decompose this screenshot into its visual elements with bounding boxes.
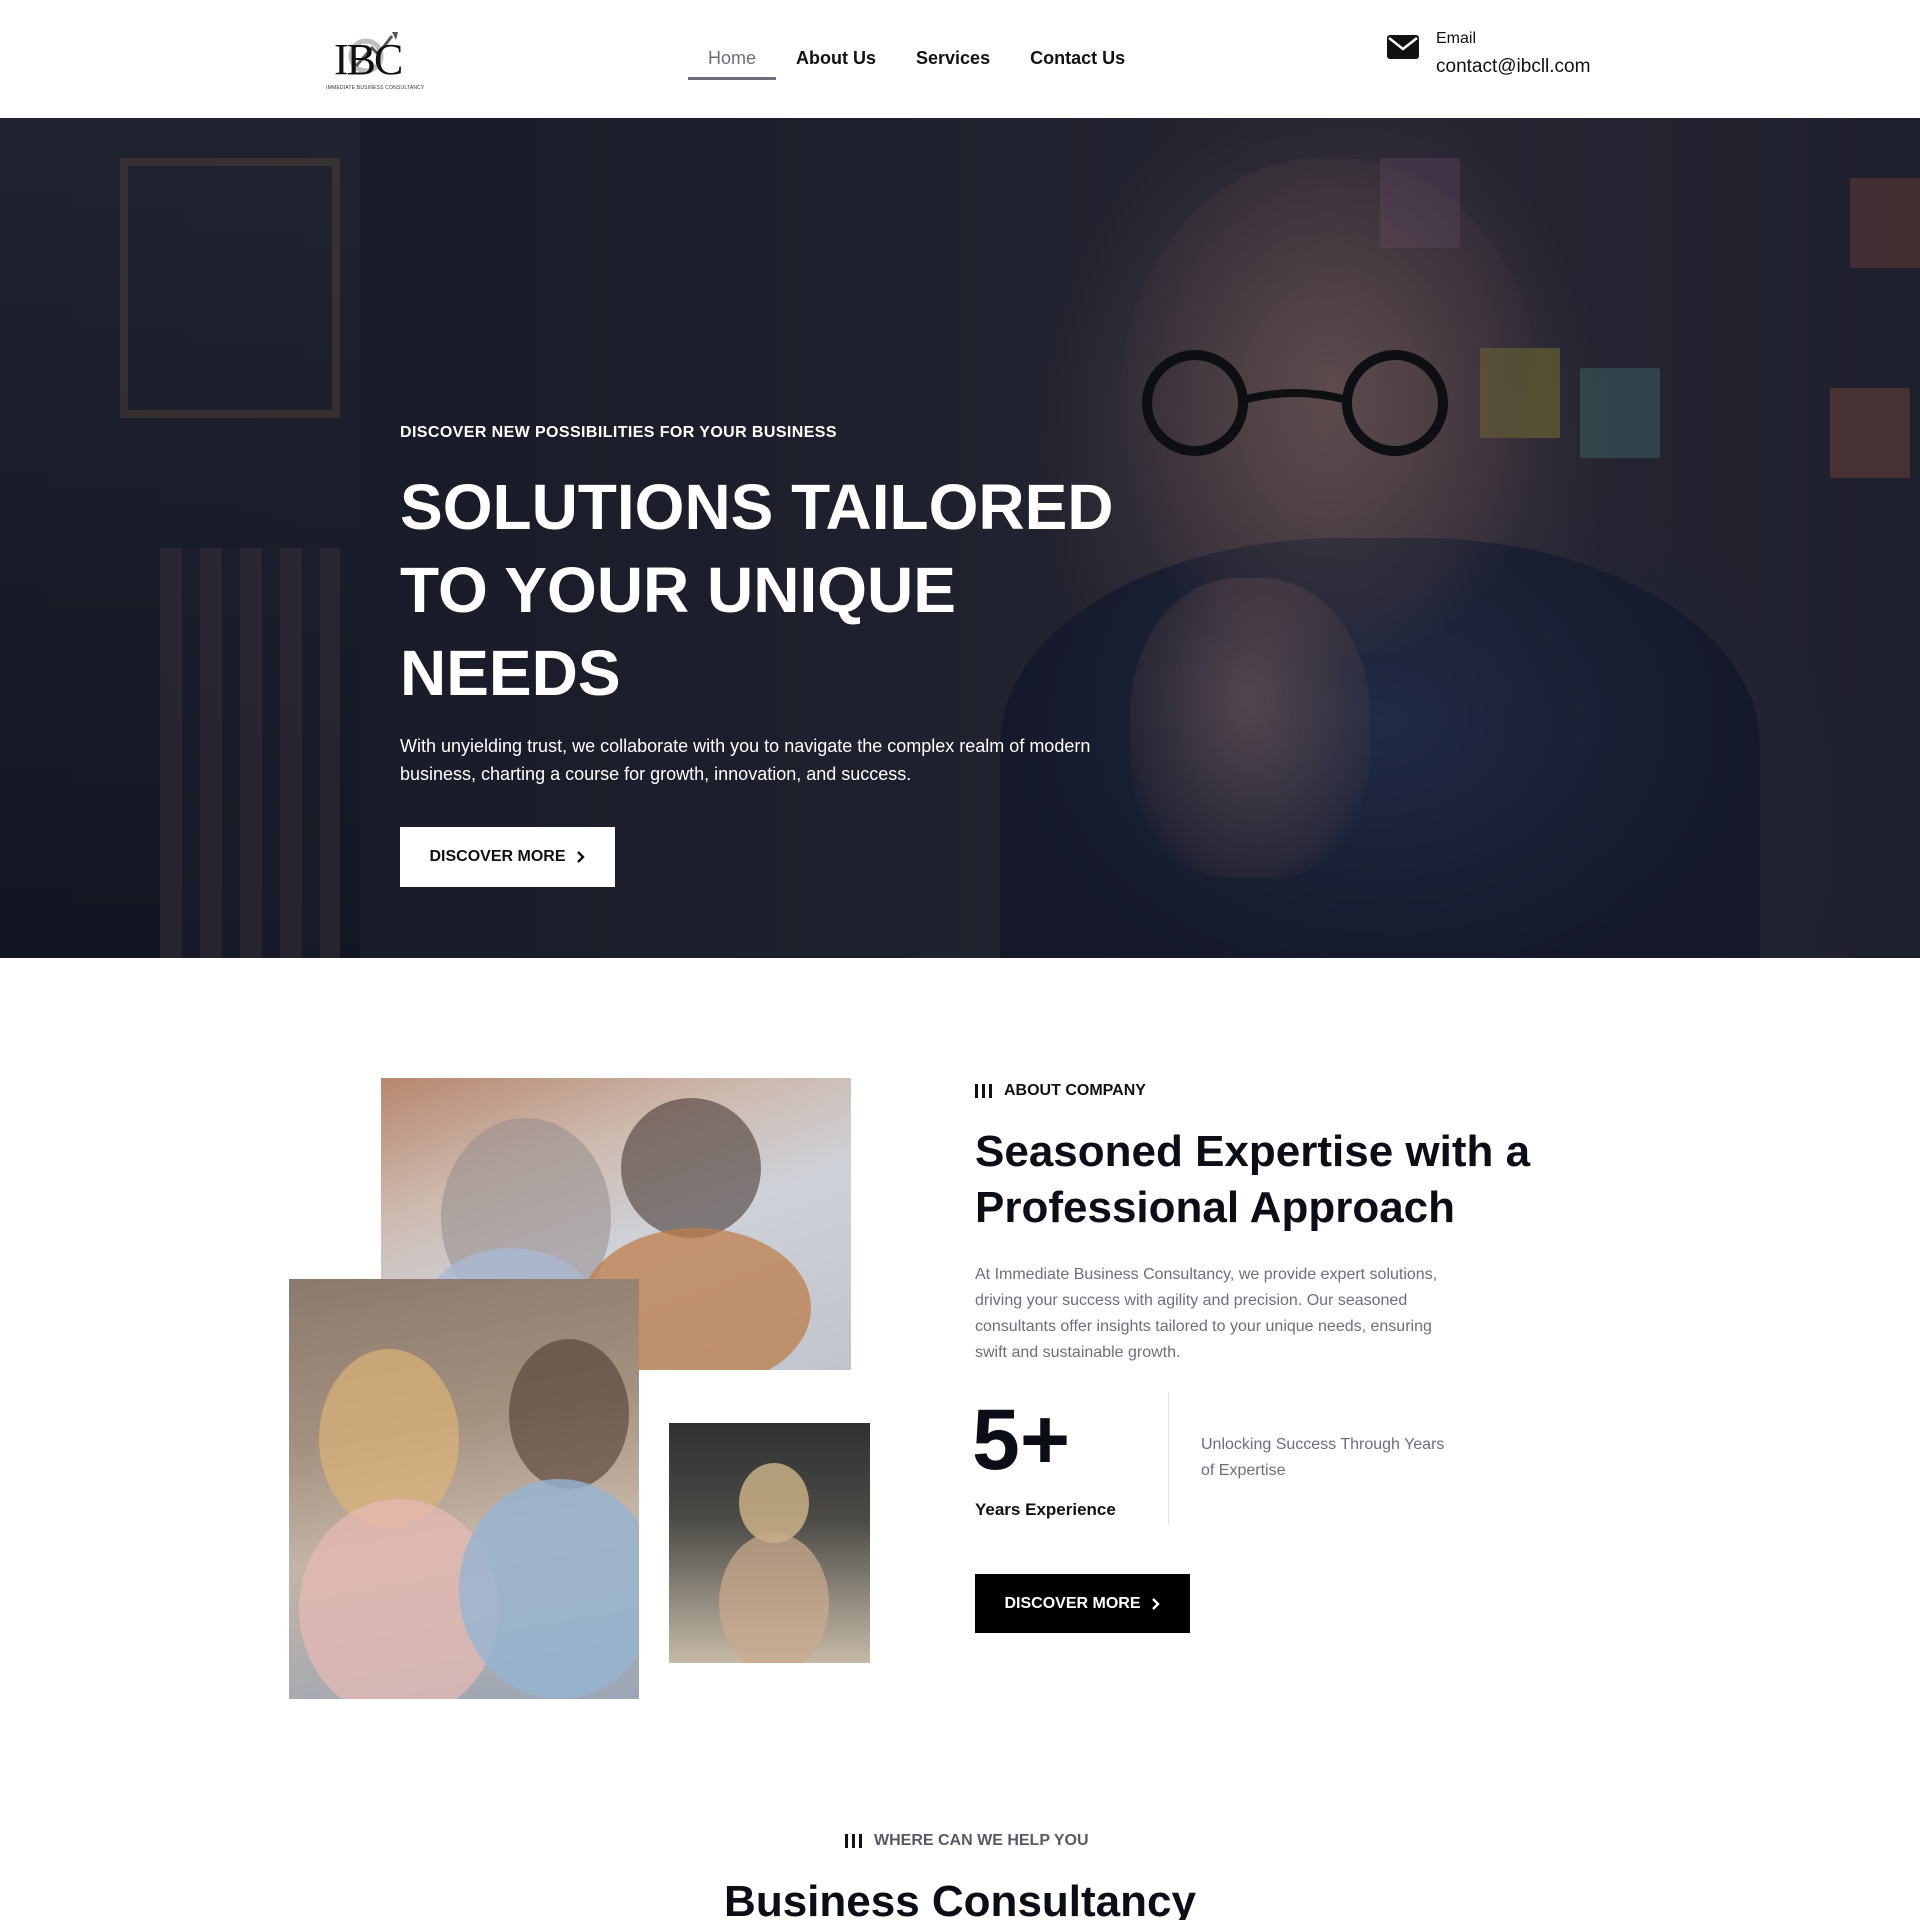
hero-subtitle: With unyielding trust, we collaborate wi…: [400, 736, 1091, 784]
logo-text: IBC: [334, 35, 403, 84]
site-header: IBC IMMEDIATE BUSINESS CONSULTANCY Home …: [0, 0, 1920, 118]
stat-years-label: Years Experience: [975, 1500, 1116, 1519]
services-eyebrow-label: WHERE CAN WE HELP YOU: [874, 1832, 1089, 1849]
logo-tagline: IMMEDIATE BUSINESS CONSULTANCY: [326, 85, 425, 91]
envelope-icon: [1387, 35, 1419, 59]
services-eyebrow: WHERE CAN WE HELP YOU: [845, 1832, 1089, 1850]
stat-divider: [1168, 1392, 1169, 1524]
photo-person: [621, 1098, 761, 1238]
bars-icon: [845, 1834, 862, 1848]
about-button-label: DISCOVER MORE: [1004, 1594, 1141, 1612]
about-image-tablet: [669, 1423, 870, 1663]
hero-eyebrow: DISCOVER NEW POSSIBILITIES FOR YOUR BUSI…: [400, 424, 837, 441]
photo-coat: [719, 1533, 829, 1663]
email-label: Email: [1436, 30, 1477, 47]
hero-section: DISCOVER NEW POSSIBILITIES FOR YOUR BUSI…: [0, 118, 1920, 958]
about-description: At Immediate Business Consultancy, we pr…: [975, 1266, 1438, 1361]
header-email: Email contact@ibcll.com: [1386, 28, 1626, 88]
about-image-meeting: [289, 1279, 639, 1699]
services-title: Business Consultancy: [724, 1877, 1196, 1920]
photo-person: [739, 1463, 809, 1543]
about-eyebrow: ABOUT COMPANY: [975, 1082, 1146, 1100]
main-nav: Home About Us Services Contact Us: [688, 46, 1145, 80]
nav-about-us[interactable]: About Us: [776, 46, 896, 80]
nav-contact-us[interactable]: Contact Us: [1010, 46, 1145, 80]
about-title: Seasoned Expertise with a Professional A…: [975, 1127, 1531, 1232]
stat-years-value: 5+: [972, 1392, 1071, 1488]
chevron-right-icon: [576, 851, 585, 863]
chevron-right-icon: [1151, 1597, 1160, 1610]
stat-description: Unlocking Success Through Years of Exper…: [1201, 1436, 1445, 1479]
about-discover-more-button[interactable]: DISCOVER MORE: [975, 1574, 1190, 1633]
photo-shirt: [459, 1479, 639, 1699]
ibc-logo[interactable]: IBC IMMEDIATE BUSINESS CONSULTANCY: [326, 26, 425, 96]
hero-button-label: DISCOVER MORE: [429, 848, 566, 865]
bars-icon: [975, 1084, 992, 1098]
about-eyebrow-label: ABOUT COMPANY: [1004, 1082, 1146, 1099]
nav-services[interactable]: Services: [896, 46, 1010, 80]
hero-discover-more-button[interactable]: DISCOVER MORE: [400, 827, 615, 887]
photo-person: [509, 1339, 629, 1489]
hero-title: SOLUTIONS TAILORED TO YOUR UNIQUE NEEDS: [400, 471, 1114, 709]
nav-home[interactable]: Home: [688, 46, 777, 80]
email-link[interactable]: contact@ibcll.com: [1436, 56, 1590, 78]
